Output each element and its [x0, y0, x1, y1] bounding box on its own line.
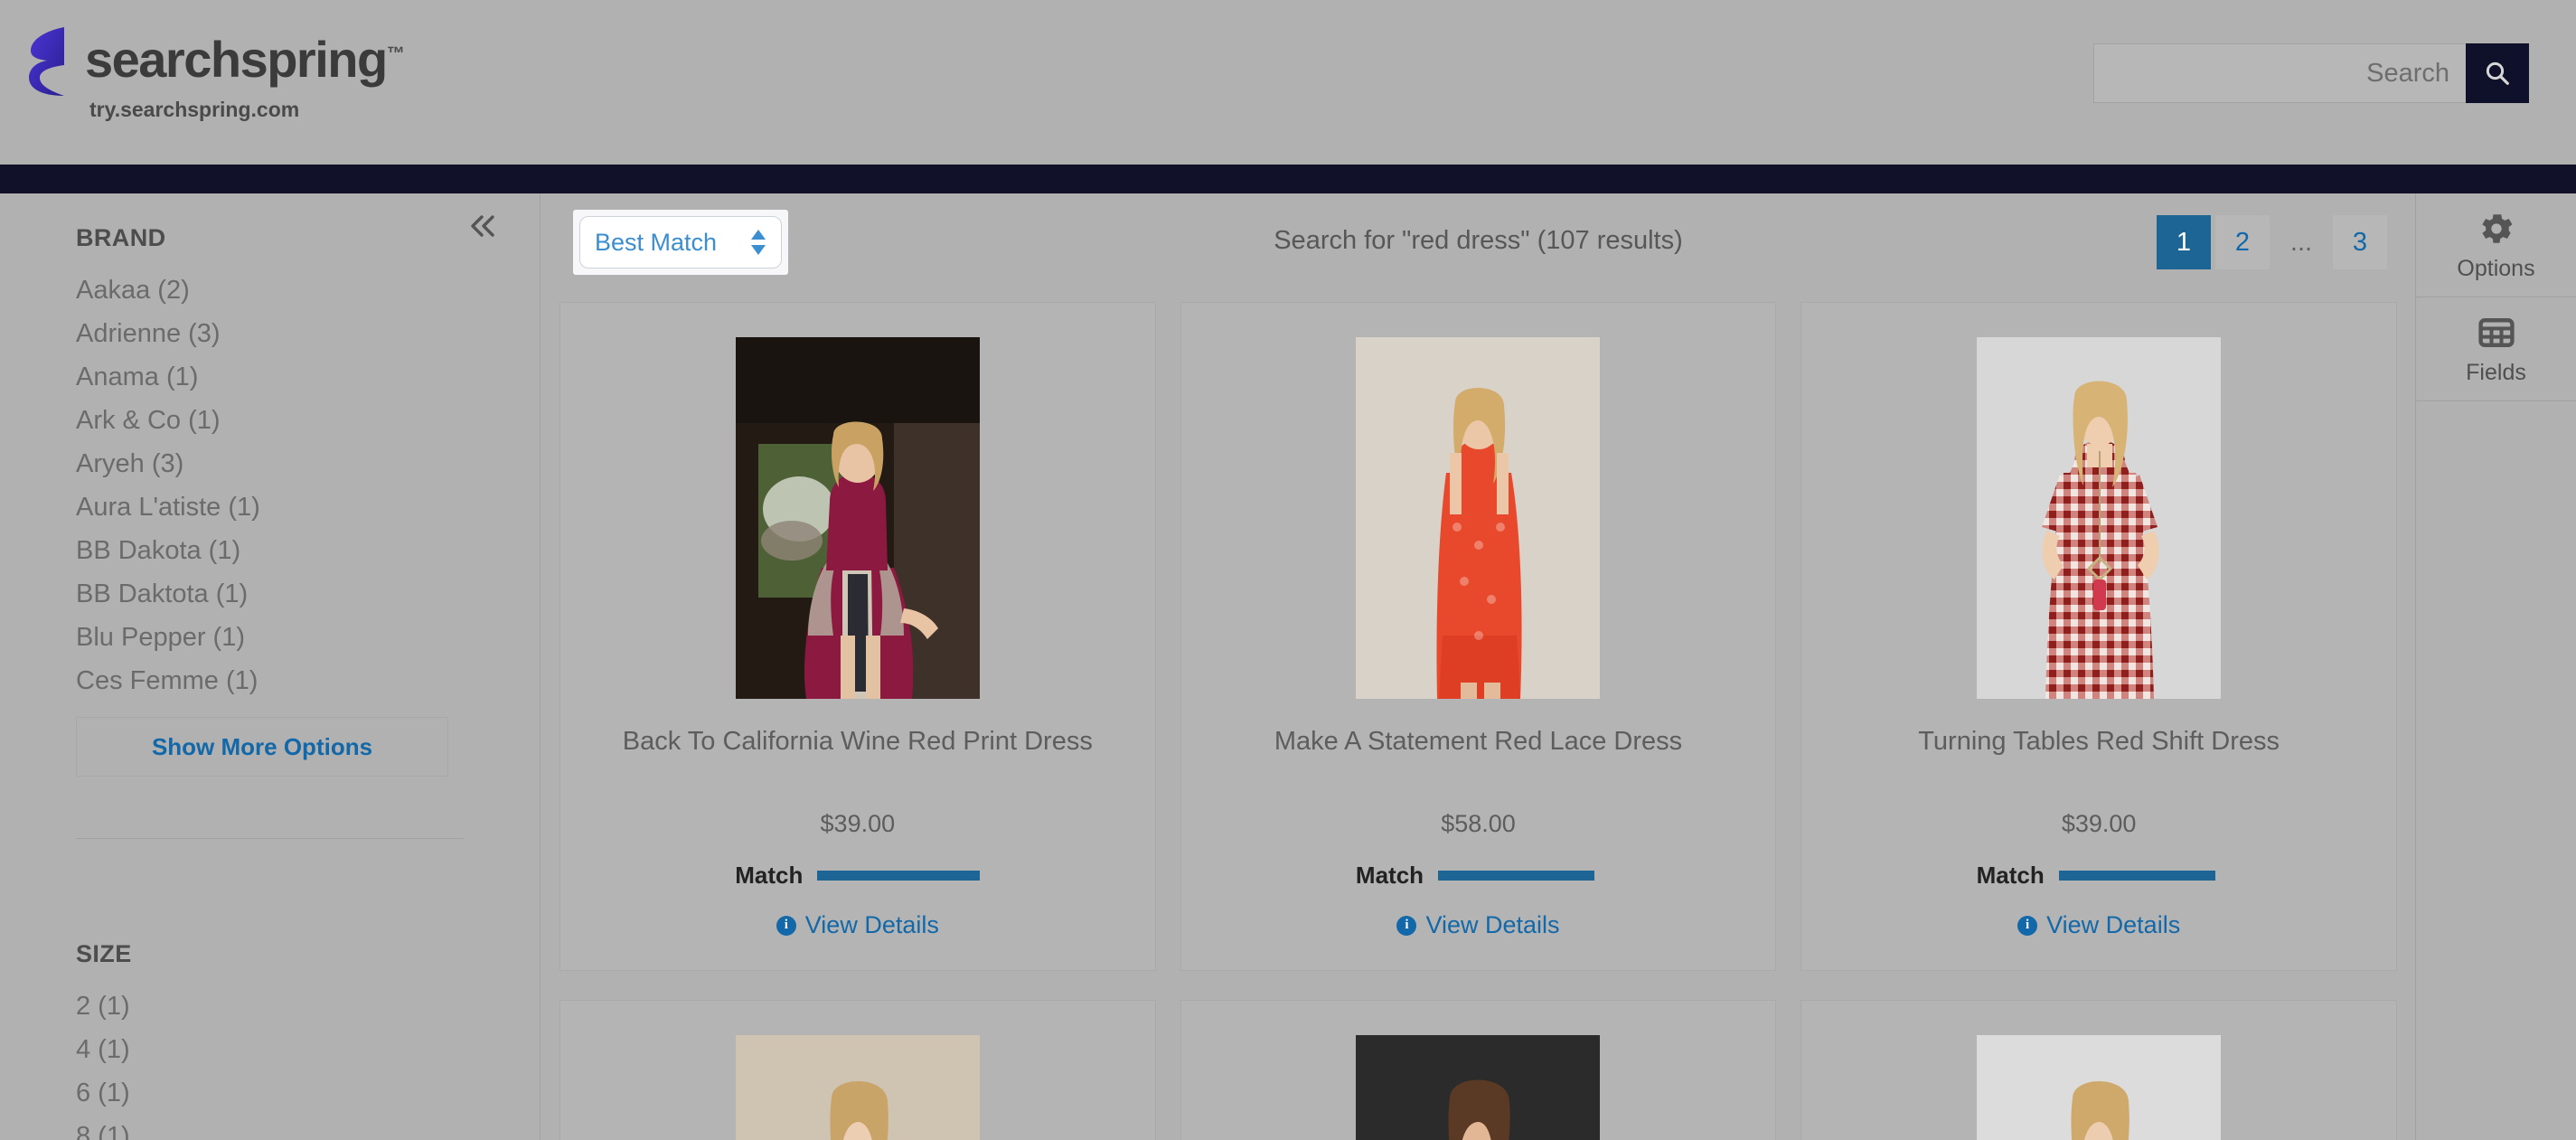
product-title: Turning Tables Red Shift Dress — [1918, 727, 2280, 756]
facet-option[interactable]: 2 (1) — [76, 985, 465, 1028]
facet-title-size: SIZE — [76, 940, 132, 967]
facet-sidebar: BRAND Aakaa (2) Adrienne (3) Anama (1) A… — [0, 193, 541, 1140]
product-card[interactable]: Turning Tables Red Shift Dress $39.00 Ma… — [1800, 302, 2397, 971]
match-label: Match — [1976, 862, 2045, 889]
match-bar-fill — [817, 871, 981, 881]
navigation-bar — [0, 165, 2576, 193]
product-card[interactable]: Back To California Wine Red Print Dress … — [559, 302, 1156, 971]
info-icon: i — [1396, 915, 1417, 936]
match-score: Match — [1199, 862, 1758, 890]
product-price: $39.00 — [2061, 810, 2137, 837]
right-rail: Options Fields — [2415, 193, 2576, 1140]
product-card[interactable] — [559, 1000, 1156, 1140]
collapse-sidebar-button[interactable] — [464, 208, 503, 244]
facet-option[interactable]: Ark & Co (1) — [76, 399, 465, 442]
searchspring-s-logo-icon — [27, 25, 69, 98]
results-toolbar: Best Match Search for "red dress" (107 r… — [541, 193, 2415, 302]
search-bar — [2093, 43, 2529, 103]
product-card[interactable] — [1800, 1000, 2397, 1140]
double-chevron-left-icon — [471, 215, 494, 237]
show-more-options-button[interactable]: Show More Options — [76, 717, 448, 777]
facet-option[interactable]: Aura L'atiste (1) — [76, 485, 465, 529]
product-title: Back To California Wine Red Print Dress — [622, 727, 1093, 756]
facet-option[interactable]: Adrienne (3) — [76, 312, 465, 355]
facet-option[interactable]: 6 (1) — [76, 1071, 465, 1115]
product-price: $39.00 — [820, 810, 896, 837]
pagination-page-3[interactable]: 3 — [2333, 215, 2387, 269]
rail-label-options: Options — [2457, 255, 2535, 281]
product-card[interactable]: Make A Statement Red Lace Dress $58.00 M… — [1180, 302, 1777, 971]
search-submit-button[interactable] — [2466, 43, 2529, 103]
product-image-container — [1199, 1028, 1758, 1140]
facet-option[interactable]: Aakaa (2) — [76, 269, 465, 312]
app-header: searchspring™ try.searchspring.com — [0, 0, 2576, 165]
match-bar-fill — [1438, 871, 1594, 881]
product-image-container — [578, 330, 1137, 705]
facet-option[interactable]: Ces Femme (1) — [76, 659, 465, 702]
page-body: BRAND Aakaa (2) Adrienne (3) Anama (1) A… — [0, 193, 2576, 1140]
view-details-link[interactable]: i View Details — [1819, 911, 2378, 939]
view-details-link[interactable]: i View Details — [578, 911, 1137, 939]
facet-option[interactable]: 8 (1) — [76, 1115, 465, 1140]
results-content: Best Match Search for "red dress" (107 r… — [541, 193, 2415, 1140]
facet-option[interactable]: BB Dakota (1) — [76, 529, 465, 572]
view-details-label: View Details — [804, 911, 939, 938]
trademark-symbol: ™ — [386, 43, 405, 64]
facet-option[interactable]: Anama (1) — [76, 355, 465, 399]
facet-divider — [76, 838, 465, 839]
facet-title-brand: BRAND — [76, 224, 166, 251]
rail-item-options[interactable]: Options — [2416, 193, 2576, 297]
product-image — [1356, 336, 1601, 699]
match-score: Match — [578, 862, 1137, 890]
facet-option[interactable]: Aryeh (3) — [76, 442, 465, 485]
results-summary: Search for "red dress" (107 results) — [1274, 226, 1683, 255]
product-grid: Back To California Wine Red Print Dress … — [541, 302, 2415, 1140]
brand-block: searchspring™ try.searchspring.com — [27, 25, 405, 121]
view-details-label: View Details — [2046, 911, 2181, 938]
rail-label-fields: Fields — [2466, 359, 2526, 385]
pagination-ellipsis: ... — [2289, 227, 2313, 257]
product-image — [735, 1034, 980, 1140]
match-bar — [2058, 871, 2222, 881]
match-score: Match — [1819, 862, 2378, 890]
info-icon: i — [776, 915, 796, 936]
product-image-container — [1819, 1028, 2378, 1140]
facet-option[interactable]: Blu Pepper (1) — [76, 616, 465, 659]
facet-option[interactable]: BB Daktota (1) — [76, 572, 465, 616]
product-image-container — [1819, 330, 2378, 705]
search-icon — [2486, 61, 2509, 85]
product-image — [735, 336, 980, 699]
facet-brand: BRAND Aakaa (2) Adrienne (3) Anama (1) A… — [76, 224, 465, 777]
pagination: 1 2 ... 3 — [2157, 215, 2392, 269]
brand-name: searchspring™ — [85, 31, 405, 88]
facet-option[interactable]: 4 (1) — [76, 1028, 465, 1071]
match-bar — [817, 871, 981, 881]
match-bar-fill — [2058, 871, 2215, 881]
search-input[interactable] — [2093, 43, 2466, 103]
view-details-link[interactable]: i View Details — [1199, 911, 1758, 939]
match-label: Match — [1355, 862, 1424, 889]
product-image-container — [578, 1028, 1137, 1140]
product-title: Make A Statement Red Lace Dress — [1274, 727, 1683, 756]
view-details-label: View Details — [1425, 911, 1560, 938]
brand-domain: try.searchspring.com — [89, 98, 300, 121]
product-image-container — [1199, 330, 1758, 705]
match-label: Match — [735, 862, 804, 889]
match-bar — [1438, 871, 1601, 881]
pagination-page-1[interactable]: 1 — [2157, 215, 2211, 269]
product-image — [1356, 1034, 1601, 1140]
table-grid-icon — [2477, 317, 2515, 347]
gear-icon — [2481, 213, 2512, 243]
product-image — [1977, 1034, 2222, 1140]
pagination-page-2[interactable]: 2 — [2215, 215, 2270, 269]
info-icon: i — [2017, 915, 2038, 936]
product-price: $58.00 — [1441, 810, 1516, 837]
product-image — [1977, 336, 2222, 699]
facet-size: SIZE 2 (1) 4 (1) 6 (1) 8 (1) — [76, 940, 465, 1140]
product-card[interactable] — [1180, 1000, 1777, 1140]
rail-item-fields[interactable]: Fields — [2416, 297, 2576, 401]
